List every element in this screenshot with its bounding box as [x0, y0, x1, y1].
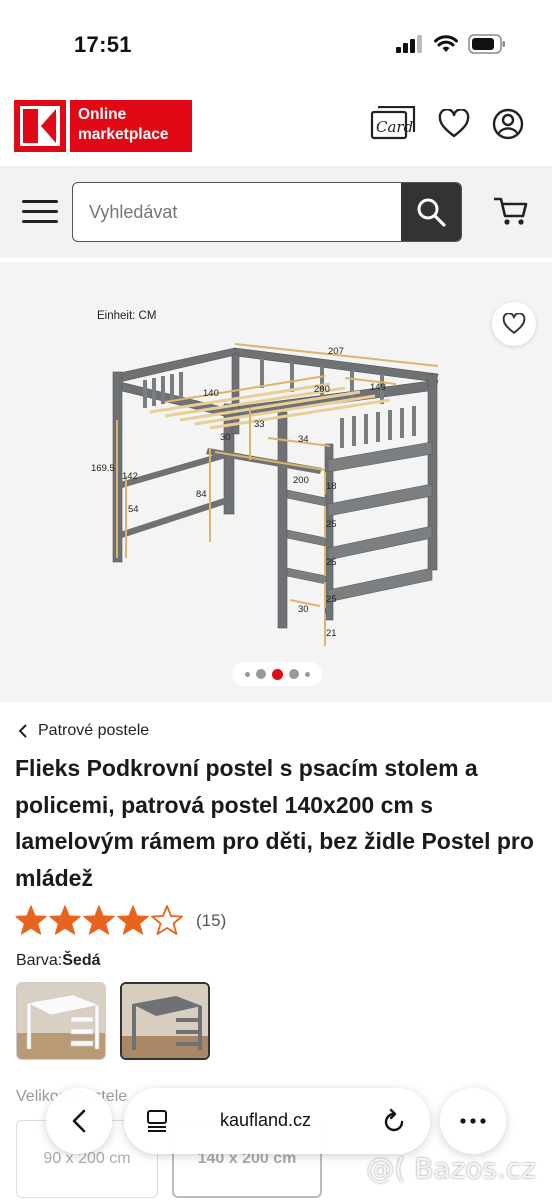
- hamburger-menu-icon[interactable]: [22, 200, 58, 226]
- color-swatches: [16, 982, 210, 1060]
- chevron-left-icon: [72, 1109, 86, 1133]
- gallery-pagination-dots: [232, 662, 322, 686]
- browser-toolbar: kaufland.cz: [46, 1088, 506, 1154]
- battery-icon: [468, 34, 505, 54]
- status-icons: [396, 34, 506, 54]
- dimension-label: 142: [122, 471, 138, 482]
- dimension-label: 140: [203, 388, 219, 399]
- dimension-label: 149: [370, 382, 386, 393]
- browser-back-button[interactable]: [46, 1088, 112, 1154]
- breadcrumb-label: Patrové postele: [38, 722, 150, 739]
- star-rating-icon: [15, 905, 183, 935]
- tab-overview-icon[interactable]: [146, 1109, 168, 1133]
- more-dots-icon: [460, 1118, 486, 1124]
- header-actions: Card: [370, 105, 524, 147]
- color-swatch-white[interactable]: [16, 982, 106, 1060]
- dimension-label: 21: [326, 628, 337, 639]
- chevron-left-icon: [18, 724, 27, 738]
- rating-count: (15): [196, 911, 227, 930]
- color-swatch-grey[interactable]: [120, 982, 210, 1060]
- account-user-icon[interactable]: [492, 108, 524, 145]
- screen: 17:51 Online marketplace Card Vyhledávat…: [0, 0, 552, 1200]
- wifi-icon: [434, 35, 458, 52]
- dimension-label: 200: [293, 475, 309, 486]
- color-selection-label: Barva:Šedá: [16, 952, 101, 970]
- unit-label: Einheit: CM: [97, 310, 156, 322]
- dimension-label: 25: [326, 594, 337, 605]
- dimension-label: 25: [326, 557, 337, 568]
- cart-icon[interactable]: [493, 196, 528, 231]
- pagination-dot-active[interactable]: [271, 668, 283, 680]
- dimension-label: 200: [314, 384, 330, 395]
- dimension-label: 30: [220, 432, 231, 443]
- color-label: Barva:: [16, 952, 63, 969]
- breadcrumb[interactable]: Patrové postele: [18, 722, 149, 740]
- search-bar-area: [0, 166, 552, 258]
- browser-more-button[interactable]: [440, 1088, 506, 1154]
- watermark: @( Bazos.cz: [366, 1152, 536, 1185]
- dimension-label: 18: [326, 481, 337, 492]
- search-button[interactable]: [401, 183, 461, 241]
- dimension-label: 169.5: [91, 463, 115, 474]
- search-box: [72, 182, 462, 242]
- pagination-dot[interactable]: [255, 669, 266, 679]
- dimension-label: 54: [128, 504, 139, 515]
- kaufland-card-icon[interactable]: Card: [370, 105, 416, 147]
- product-rating[interactable]: (15): [15, 904, 226, 938]
- dimension-label: 30: [298, 604, 309, 615]
- product-image-gallery[interactable]: Einheit: CM 207 200 149 140 33 30 34 169…: [0, 262, 552, 702]
- add-to-wishlist-button[interactable]: [492, 302, 536, 346]
- dimension-label: 34: [298, 434, 309, 445]
- dimension-label: 33: [254, 419, 265, 430]
- reload-icon[interactable]: [382, 1108, 406, 1134]
- product-dimension-drawing: Einheit: CM 207 200 149 140 33 30 34 169…: [91, 310, 439, 646]
- pagination-dot[interactable]: [304, 671, 310, 677]
- cellular-signal-icon: [396, 35, 422, 53]
- pagination-dot[interactable]: [288, 669, 299, 679]
- dimension-label: 84: [196, 489, 207, 500]
- color-value: Šedá: [62, 952, 101, 969]
- dimension-label: 25: [326, 519, 337, 530]
- search-input[interactable]: [73, 183, 401, 241]
- wishlist-heart-icon[interactable]: [438, 108, 470, 144]
- logo-text: Online marketplace: [70, 100, 192, 152]
- status-time: 17:51: [74, 32, 132, 57]
- kaufland-k-icon: [14, 100, 66, 152]
- address-bar[interactable]: kaufland.cz: [124, 1088, 430, 1154]
- heart-icon: [502, 313, 526, 334]
- status-bar: 17:51: [0, 0, 552, 80]
- site-header: Online marketplace Card: [0, 92, 552, 164]
- dimension-label: 207: [328, 346, 344, 357]
- kaufland-logo[interactable]: Online marketplace: [14, 100, 192, 152]
- product-title: Flieks Podkrovní postel s psacím stolem …: [15, 755, 534, 891]
- card-label: Card: [376, 118, 413, 136]
- search-icon: [417, 198, 446, 227]
- pagination-dot[interactable]: [244, 671, 250, 677]
- url-text: kaufland.cz: [220, 1110, 312, 1130]
